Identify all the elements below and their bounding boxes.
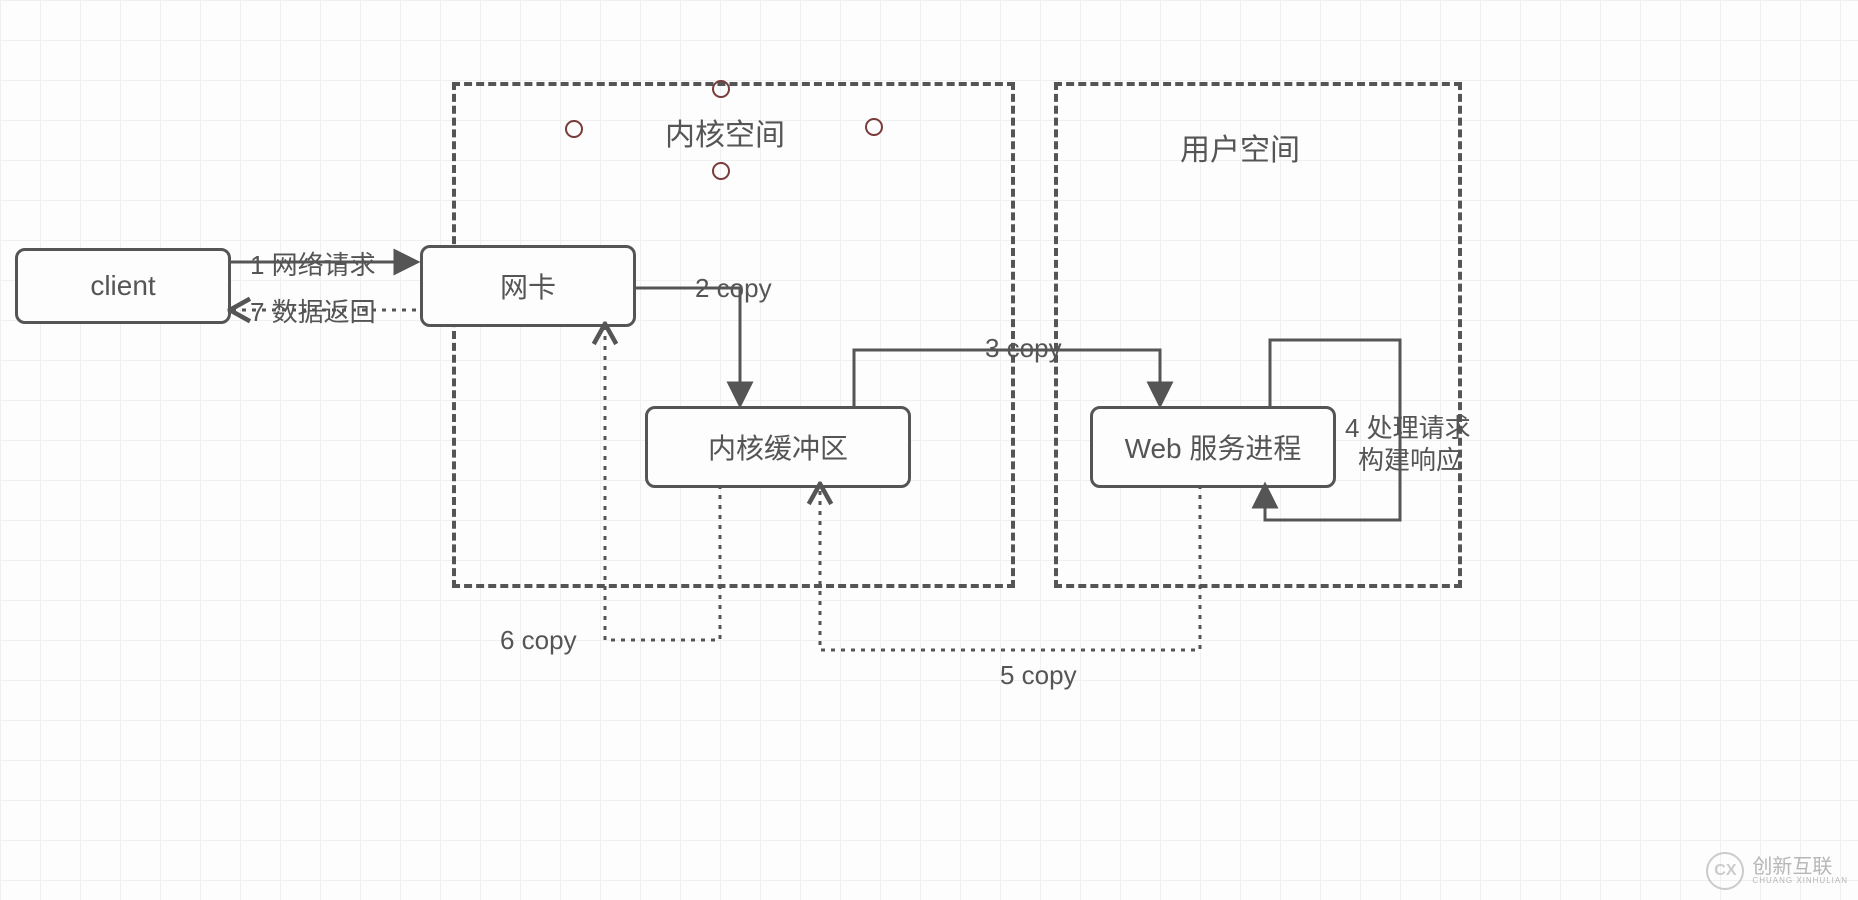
watermark-brand: 创新互联 — [1752, 857, 1848, 877]
watermark: CX 创新互联 CHUANG XINHULIAN — [1706, 852, 1848, 890]
watermark-logo-icon: CX — [1706, 852, 1744, 890]
watermark-sub: CHUANG XINHULIAN — [1752, 877, 1848, 885]
connectors-svg — [0, 0, 1858, 900]
